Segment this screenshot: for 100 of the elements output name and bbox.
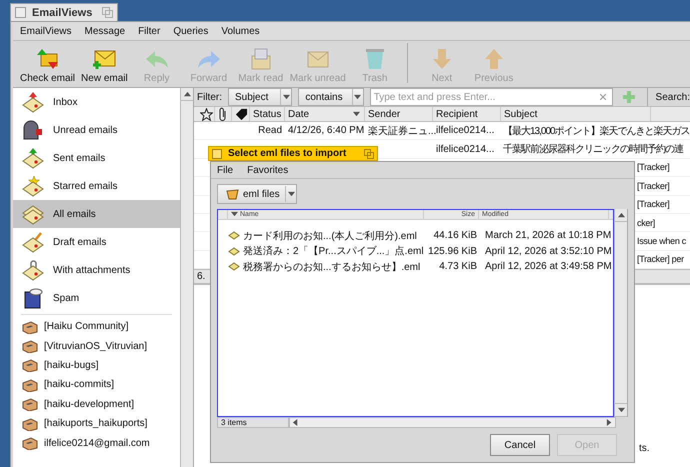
mailbox-item[interactable]: Starred emails [13,172,180,200]
envelope-arrows-icon [34,48,61,70]
envelope-star-icon [21,175,45,197]
file-row[interactable]: 税務署からのお知...するお知らせ】.eml 4.73 KiB April 12, 2026 at 3:49:58 PM [218,259,613,274]
toolbar-button[interactable]: Check email [17,48,78,84]
dropdown-caret-icon[interactable] [288,190,294,198]
clear-icon[interactable] [600,94,606,100]
table-cell-text: 千葉駅前泌尿器科クリニックの時間予約の連 [502,142,683,156]
folder-icon [226,188,239,200]
file-name: カード利用のお知...(本人ご利用分).eml [243,230,417,243]
scroll-up-icon[interactable] [184,90,190,98]
item-count: 3 items [217,417,289,428]
folder-item[interactable]: [VitruvianOS_Vitruvian] [13,336,180,356]
table-cell: [Tracker] [637,180,670,191]
column-header[interactable]: Recipient [433,107,501,121]
envelope-plus-icon [91,48,118,70]
column-header[interactable]: Sender [365,107,433,121]
star-icon[interactable] [200,108,213,120]
table-cell: [Tracker] [637,162,670,172]
mailbox-item[interactable]: Draft emails [13,228,180,256]
toolbar-button[interactable]: New email [78,48,131,84]
left-arrow-icon [144,48,170,70]
table-cell: [Tracker] [637,199,670,210]
location-menu[interactable]: eml files [217,184,297,204]
menu-item[interactable]: EmailViews [20,26,72,36]
mailbox-item[interactable]: Inbox [13,88,180,116]
table-cell: cker] [637,218,656,228]
operator-dropdown[interactable]: contains [298,88,364,106]
drawer-icon [22,416,38,431]
folder-item[interactable]: [haiku-commits] [13,375,180,395]
horizontal-scrollbar[interactable] [289,417,616,428]
table-cell-text: 楽天証券ニュ... [367,124,433,138]
preview-text: ts. [639,443,650,454]
table-cell-text: Read [257,125,283,136]
file-date: April 12, 2026 at 3:52:10 PM [484,246,611,257]
file-size: 125.96 KiB [427,246,478,257]
field-dropdown[interactable]: Subject [228,88,292,106]
sort-arrow-icon[interactable] [353,110,360,118]
drawer-icon [22,397,38,412]
envelope-arrow-icon [21,147,45,169]
window-title: EmailViews [32,6,94,18]
file-icon [228,262,240,272]
scrollbar[interactable] [614,209,628,417]
menu-item[interactable]: Filter [138,26,160,36]
folder-item[interactable]: [Haiku Community] [13,317,180,336]
drawer-icon [22,358,38,372]
column-header[interactable]: Subject [501,107,651,121]
close-icon[interactable] [212,148,222,158]
file-icon [228,246,240,256]
scrollbar[interactable] [180,88,194,467]
sort-arrow-icon[interactable] [231,211,238,218]
dropdown-caret-icon[interactable] [354,94,362,100]
dropdown-caret-icon[interactable] [282,94,290,100]
envelope-paperclip-icon [21,259,45,281]
envelope-arrow-icon [21,91,45,113]
file-name: 発送済み：2「【Pr...スパイブ...」点.eml [243,244,424,258]
status-text: 6. [197,271,206,282]
menu-item[interactable]: File [217,164,234,176]
mailbox-item[interactable]: Unread emails [13,116,180,144]
folder-item[interactable]: [haiku-development] [13,394,180,414]
file-date: March 21, 2026 at 10:18 PM [484,230,611,242]
table-cell-text: 4/12/26, 6:40 PM [287,125,365,136]
file-size: 4.73 KiB [438,261,478,272]
drawer-icon [22,436,38,450]
drawer-icon [22,339,38,354]
column-header[interactable]: Status [250,107,285,121]
menu-item[interactable]: Message [84,26,126,36]
file-date: April 12, 2026 at 3:49:58 PM [484,261,611,272]
folder-item[interactable]: [haiku-bugs] [13,356,180,376]
paperclip-icon[interactable] [218,107,228,121]
table-cell: [Tracker] per [637,254,684,264]
scroll-left-icon[interactable] [292,419,299,426]
scroll-up-icon[interactable] [618,212,624,218]
mailbox-item[interactable]: Sent emails [13,144,180,172]
menu-item[interactable]: Queries [173,26,208,36]
menu-item[interactable]: Favorites [247,164,288,176]
mailbox-item[interactable]: Spam [13,284,180,312]
file-icon [228,231,240,240]
mailbox-item[interactable]: All emails [13,200,180,228]
filter-label: Filter: [197,92,222,102]
table-cell: Issue when c [637,236,686,246]
scroll-right-icon[interactable] [606,419,613,426]
dialog-button[interactable]: Cancel [490,434,550,456]
envelope-pencil-icon [21,231,45,253]
file-row[interactable]: カード利用のお知...(本人ご利用分).eml 44.16 KiB March 21, 2026 at 10:18 PM [218,228,613,244]
menu-item[interactable]: Volumes [221,26,260,36]
search-label: Search: [656,92,690,102]
table-cell-text: 【最大13,000ポイント】楽天でんきと楽天ガス [502,124,690,138]
mailbox-item[interactable]: With attachments [13,256,180,284]
column-header[interactable]: Date [285,107,365,121]
mailbox-icon [21,119,45,141]
drawer-icon [22,378,38,392]
folder-item[interactable]: ilfelice0214@gmail.com [13,433,180,453]
scroll-down-icon[interactable] [618,406,624,414]
dialog-title: Select eml files to import [228,148,348,159]
folder-item[interactable]: [haikuports_haikuports] [13,414,180,434]
file-row[interactable]: 発送済み：2「【Pr...スパイブ...」点.eml 125.96 KiB April 12, 2026 at 3:52:10 PM [218,244,613,259]
table-cell-text: ilfelice0214... [435,144,496,155]
dialog-tab[interactable]: Select eml files to import [208,146,378,161]
right-arrow-icon [196,48,222,70]
